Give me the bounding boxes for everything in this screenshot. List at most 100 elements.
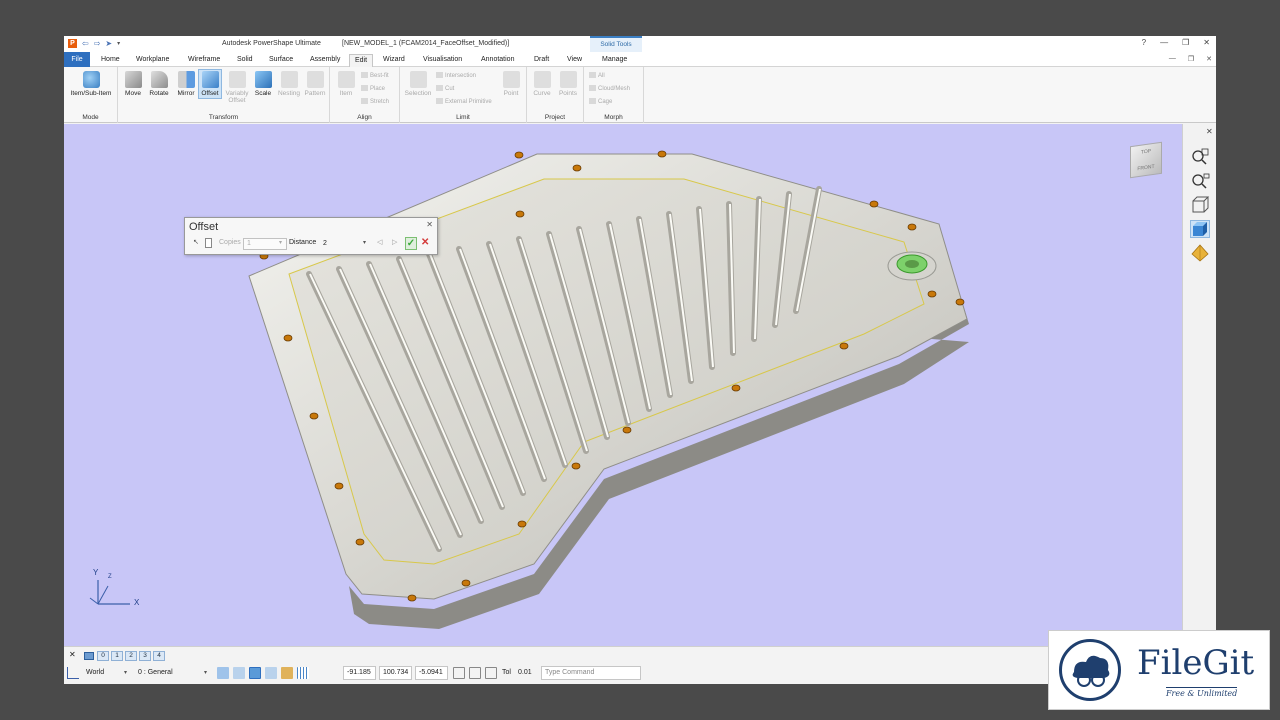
qat-dropdown-icon[interactable]: ▾ bbox=[117, 40, 120, 47]
intelligent-cursor-icon[interactable] bbox=[233, 667, 245, 679]
bolt-hole[interactable] bbox=[283, 334, 293, 342]
offset-dialog[interactable]: Offset ✕ ↖ Copies 1 ▾ Distance 2 ▾ ◁ ▷ ✓… bbox=[184, 217, 438, 255]
bolt-hole[interactable] bbox=[907, 223, 917, 231]
model-canvas[interactable] bbox=[64, 124, 1182, 646]
shaded-wireframe-icon[interactable] bbox=[1190, 244, 1210, 262]
bolt-hole[interactable] bbox=[514, 151, 524, 159]
tab-wizard[interactable]: Wizard bbox=[383, 54, 405, 67]
accept-icon[interactable]: ✓ bbox=[405, 237, 417, 250]
tab-view[interactable]: View bbox=[567, 54, 582, 67]
level-select[interactable]: 0 : General bbox=[134, 666, 212, 680]
help-icon[interactable]: ? bbox=[1142, 38, 1146, 47]
doc-restore-button[interactable]: ❐ bbox=[1188, 55, 1194, 63]
redo-icon[interactable]: ⇨ bbox=[94, 39, 101, 48]
grid-lock-icon[interactable] bbox=[249, 667, 261, 679]
intersection-button[interactable]: Intersection bbox=[436, 72, 476, 79]
select-cursor-icon[interactable]: ➤ bbox=[105, 39, 112, 48]
zoom-window-icon[interactable] bbox=[1190, 148, 1210, 166]
bolt-hole[interactable] bbox=[407, 594, 417, 602]
bolt-hole[interactable] bbox=[622, 426, 632, 434]
point-button[interactable]: Point bbox=[499, 71, 523, 97]
doc-minimize-button[interactable]: — bbox=[1169, 55, 1176, 63]
tab-visualisation[interactable]: Visualisation bbox=[423, 54, 462, 67]
morph-cage-button[interactable]: Cage bbox=[589, 98, 612, 105]
app-logo-icon[interactable]: P bbox=[68, 39, 77, 48]
tab-manage[interactable]: Manage bbox=[602, 54, 627, 67]
tab-assembly[interactable]: Assembly bbox=[310, 54, 340, 67]
best-fit-button[interactable]: Best-fit bbox=[361, 72, 389, 79]
coord-y-field[interactable]: 100.734 bbox=[379, 666, 412, 680]
offset-dialog-close-icon[interactable]: ✕ bbox=[426, 220, 433, 229]
level-button-2[interactable]: 2 bbox=[125, 651, 137, 661]
bolt-hole[interactable] bbox=[515, 210, 525, 218]
bolt-hole[interactable] bbox=[572, 164, 582, 172]
cut-button[interactable]: Cut bbox=[436, 85, 454, 92]
view-cube[interactable]: TOP FRONT bbox=[1130, 141, 1162, 179]
coord-mode-icon-1[interactable] bbox=[453, 667, 465, 679]
bolt-hole[interactable] bbox=[309, 412, 319, 420]
workplane-dropdown-icon[interactable]: ▾ bbox=[124, 669, 127, 676]
bolt-hole[interactable] bbox=[355, 538, 365, 546]
mirror-button[interactable]: Mirror bbox=[174, 71, 198, 97]
bolt-hole[interactable] bbox=[657, 150, 667, 158]
morph-cloud-mesh-button[interactable]: Cloud/Mesh bbox=[589, 85, 630, 92]
coord-mode-icon-2[interactable] bbox=[469, 667, 481, 679]
morph-all-button[interactable]: All bbox=[589, 72, 605, 79]
level-dropdown-icon[interactable]: ▾ bbox=[204, 669, 207, 676]
levels-icon[interactable] bbox=[84, 652, 94, 660]
zoom-all-icon[interactable] bbox=[1190, 172, 1210, 190]
bolt-hole[interactable] bbox=[839, 342, 849, 350]
bolt-hole[interactable] bbox=[571, 462, 581, 470]
tab-workplane[interactable]: Workplane bbox=[136, 54, 169, 67]
close-button[interactable]: ✕ bbox=[1203, 38, 1210, 47]
distance-dropdown-icon[interactable]: ▾ bbox=[363, 239, 366, 246]
shaded-view-icon[interactable] bbox=[1190, 220, 1210, 238]
coord-z-field[interactable]: -5.0941 bbox=[415, 666, 448, 680]
place-button[interactable]: Place bbox=[361, 85, 385, 92]
cancel-icon[interactable]: ✕ bbox=[421, 237, 429, 248]
stretch-button[interactable]: Stretch bbox=[361, 98, 389, 105]
bolt-hole[interactable] bbox=[461, 579, 471, 587]
tab-solid[interactable]: Solid bbox=[237, 54, 253, 67]
selection-button[interactable]: Selection bbox=[403, 71, 433, 97]
select-arrow-icon[interactable]: ↖ bbox=[193, 238, 199, 246]
nesting-button[interactable]: Nesting bbox=[276, 71, 302, 97]
restore-button[interactable]: ❐ bbox=[1182, 38, 1189, 47]
sketch-icon[interactable] bbox=[281, 667, 293, 679]
tab-file[interactable]: File bbox=[64, 52, 90, 67]
bolt-hole[interactable] bbox=[955, 298, 965, 306]
tab-edit[interactable]: Edit bbox=[349, 54, 374, 67]
grid-icon[interactable] bbox=[297, 667, 309, 679]
tab-wireframe[interactable]: Wireframe bbox=[188, 54, 220, 67]
command-input[interactable]: Type Command bbox=[541, 666, 641, 680]
bolt-hole[interactable] bbox=[334, 482, 344, 490]
level-button-3[interactable]: 3 bbox=[139, 651, 151, 661]
align-item-button[interactable]: Item bbox=[334, 71, 358, 97]
tab-home[interactable]: Home bbox=[101, 54, 120, 67]
level-button-4[interactable]: 4 bbox=[153, 651, 165, 661]
graphics-viewport[interactable]: TOP FRONT X Y Z bbox=[64, 124, 1182, 646]
copies-dropdown-icon[interactable]: ▾ bbox=[279, 239, 282, 246]
tab-annotation[interactable]: Annotation bbox=[481, 54, 514, 67]
variably-offset-button[interactable]: Variably Offset bbox=[224, 71, 250, 104]
bolt-hole[interactable] bbox=[517, 520, 527, 528]
tolerance-field[interactable]: 0.01 bbox=[514, 666, 539, 680]
scale-button[interactable]: Scale bbox=[252, 71, 274, 97]
level-button-0[interactable]: 0 bbox=[97, 651, 109, 661]
rotate-button[interactable]: Rotate bbox=[146, 71, 172, 97]
coord-mode-icon-3[interactable] bbox=[485, 667, 497, 679]
bolt-hole[interactable] bbox=[927, 290, 937, 298]
align-icon[interactable] bbox=[265, 667, 277, 679]
bolt-hole[interactable] bbox=[731, 384, 741, 392]
project-curve-button[interactable]: Curve bbox=[530, 71, 554, 97]
level-button-1[interactable]: 1 bbox=[111, 651, 123, 661]
doc-close-button[interactable]: ✕ bbox=[1206, 55, 1212, 63]
undo-icon[interactable]: ⇦ bbox=[82, 39, 89, 48]
tab-surface[interactable]: Surface bbox=[269, 54, 293, 67]
next-icon[interactable]: ▷ bbox=[392, 238, 397, 246]
external-primitive-button[interactable]: External Primitive bbox=[436, 98, 492, 105]
tab-draft[interactable]: Draft bbox=[534, 54, 549, 67]
item-subitem-button[interactable]: Item/Sub-Item bbox=[68, 71, 114, 97]
status-close-icon[interactable]: ✕ bbox=[69, 650, 76, 659]
coord-x-field[interactable]: -91.185 bbox=[343, 666, 376, 680]
